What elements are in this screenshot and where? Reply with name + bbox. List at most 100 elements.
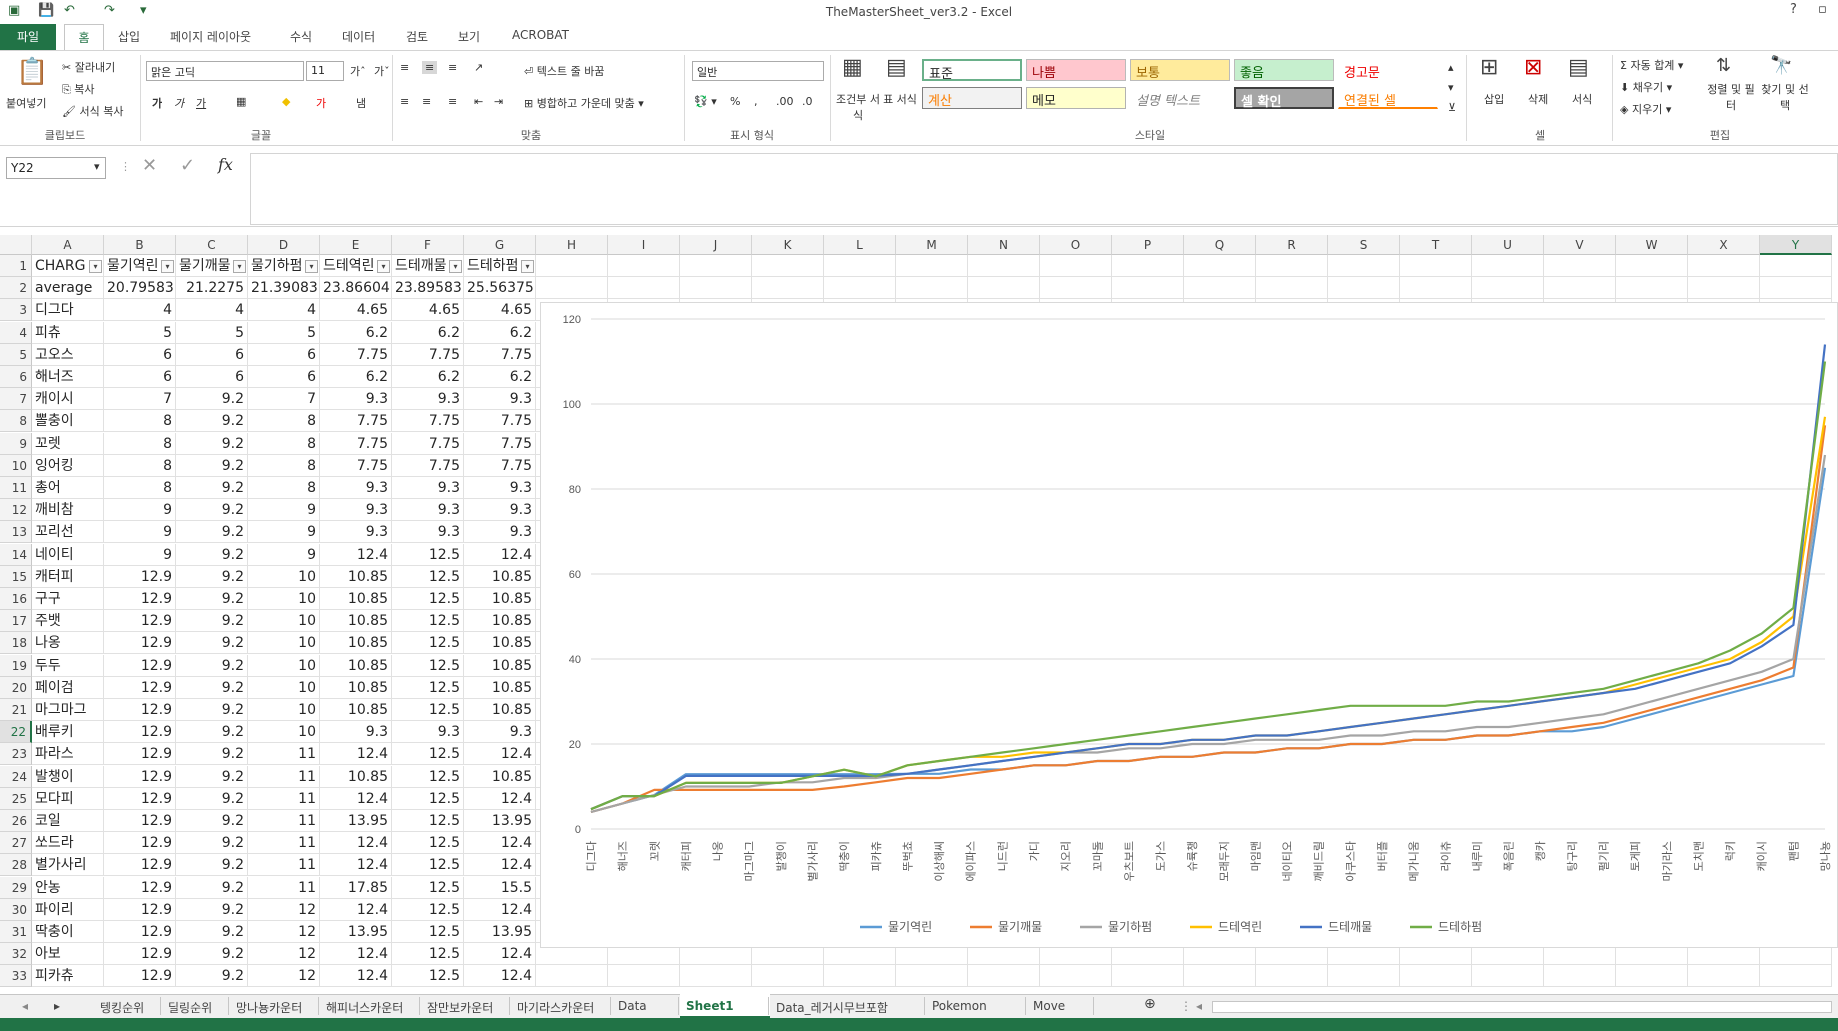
value-cell[interactable]: 10	[248, 588, 320, 610]
value-cell[interactable]: 10	[248, 654, 320, 677]
empty-cell[interactable]	[1256, 277, 1328, 300]
table-format-icon[interactable]: ▤	[886, 55, 907, 80]
value-cell[interactable]: 9.2	[176, 965, 248, 988]
empty-cell[interactable]	[1184, 965, 1256, 988]
value-cell[interactable]: 7.75	[464, 410, 536, 433]
name-cell[interactable]: 뽈충이	[32, 410, 104, 433]
value-cell[interactable]: 12.5	[392, 743, 464, 766]
value-cell[interactable]: 6	[176, 343, 248, 366]
value-cell[interactable]: 10.85	[320, 588, 392, 610]
value-cell[interactable]: 12.4	[320, 943, 392, 966]
empty-cell[interactable]	[1472, 255, 1544, 277]
value-cell[interactable]: 25.56375	[464, 277, 536, 300]
value-cell[interactable]: 12.4	[320, 743, 392, 766]
row-header[interactable]: 20	[0, 676, 32, 699]
value-cell[interactable]: 12.4	[464, 787, 536, 810]
name-box-dropdown-icon[interactable]: ▾	[94, 160, 100, 173]
value-cell[interactable]: 4	[104, 299, 176, 322]
style-explanatory[interactable]: 설명 텍스트	[1130, 87, 1230, 109]
value-cell[interactable]: 12.4	[464, 854, 536, 877]
value-cell[interactable]: 12.9	[104, 610, 176, 633]
empty-cell[interactable]	[608, 277, 680, 300]
value-cell[interactable]: 9.2	[176, 521, 248, 544]
row-header[interactable]: 5	[0, 343, 32, 366]
value-cell[interactable]: 8	[104, 454, 176, 477]
name-cell[interactable]: 캐터피	[32, 565, 104, 588]
name-cell[interactable]: 피카츄	[32, 965, 104, 988]
value-cell[interactable]: 21.2275	[176, 277, 248, 300]
name-cell[interactable]: 잉어킹	[32, 454, 104, 477]
value-cell[interactable]: 9.3	[392, 521, 464, 544]
worksheet-grid[interactable]: ABCDEFGHIJKLMNOPQRSTUVWXY 1 CHARG ▾ 물기역린 ▾ 물기…	[0, 235, 1838, 992]
border-icon[interactable]: ▦	[236, 95, 246, 108]
value-cell[interactable]: 9.3	[464, 721, 536, 744]
value-cell[interactable]: 12	[248, 921, 320, 943]
empty-cell[interactable]	[680, 277, 752, 300]
sheet-tab[interactable]: 딜링순위	[168, 999, 212, 1016]
value-cell[interactable]: 5	[176, 321, 248, 344]
name-cell[interactable]: 쏘드라	[32, 832, 104, 855]
name-cell[interactable]: 딱충이	[32, 921, 104, 943]
row-header[interactable]: 6	[0, 366, 32, 388]
formula-input[interactable]	[250, 153, 1838, 225]
clear-button[interactable]: ◈ 지우기 ▾	[1620, 101, 1671, 117]
value-cell[interactable]: 12.4	[464, 898, 536, 921]
name-cell[interactable]: 해너즈	[32, 366, 104, 388]
filter-dropdown-icon[interactable]: ▾	[161, 260, 174, 273]
empty-cell[interactable]	[896, 277, 968, 300]
value-cell[interactable]: 9.2	[176, 699, 248, 721]
format-painter-button[interactable]: 🖌 서식 복사	[62, 103, 123, 119]
help-button[interactable]: ?	[1790, 2, 1797, 17]
value-cell[interactable]: 9.2	[176, 410, 248, 433]
value-cell[interactable]: 9.2	[176, 810, 248, 832]
row-header[interactable]: 4	[0, 321, 32, 344]
column-header-A[interactable]: A	[32, 235, 104, 255]
indent-decrease-icon[interactable]: ⇤	[474, 95, 483, 108]
style-note[interactable]: 메모	[1026, 87, 1126, 109]
value-cell[interactable]: 12.9	[104, 965, 176, 988]
header-cell[interactable]: 물기깨물 ▾	[176, 255, 248, 277]
empty-cell[interactable]	[680, 255, 752, 277]
column-header-C[interactable]: C	[176, 235, 248, 255]
name-cell[interactable]: 주뱃	[32, 610, 104, 633]
value-cell[interactable]: 6	[176, 366, 248, 388]
row-header[interactable]: 26	[0, 810, 32, 832]
empty-cell[interactable]	[1256, 965, 1328, 988]
value-cell[interactable]: 12.9	[104, 632, 176, 655]
row-header[interactable]: 29	[0, 876, 32, 899]
value-cell[interactable]: 6.2	[320, 366, 392, 388]
value-cell[interactable]: 9.2	[176, 876, 248, 899]
row-header[interactable]: 32	[0, 943, 32, 966]
value-cell[interactable]: 11	[248, 832, 320, 855]
wrap-text-button[interactable]: ⏎ 텍스트 줄 바꿈	[524, 63, 604, 79]
phonetic-icon[interactable]: 냄	[356, 95, 366, 111]
row-header[interactable]: 14	[0, 543, 32, 566]
indent-increase-icon[interactable]: ⇥	[494, 95, 503, 108]
value-cell[interactable]: 12.4	[464, 543, 536, 566]
column-header-F[interactable]: F	[392, 235, 464, 255]
empty-cell[interactable]	[1112, 965, 1184, 988]
empty-cell[interactable]	[1544, 255, 1616, 277]
styles-more-icon[interactable]: ⊻	[1448, 101, 1456, 114]
bold-button[interactable]: 가	[152, 95, 162, 111]
value-cell[interactable]: 7.75	[464, 343, 536, 366]
row-header[interactable]: 30	[0, 898, 32, 921]
value-cell[interactable]: 10.85	[320, 699, 392, 721]
increase-decimal-icon[interactable]: .00	[776, 95, 794, 108]
value-cell[interactable]: 6.2	[464, 366, 536, 388]
value-cell[interactable]: 12.5	[392, 765, 464, 788]
value-cell[interactable]: 9.2	[176, 943, 248, 966]
column-header-S[interactable]: S	[1328, 235, 1400, 255]
empty-cell[interactable]	[896, 255, 968, 277]
shrink-font-icon[interactable]: 가ˇ	[374, 63, 390, 79]
empty-cell[interactable]	[824, 277, 896, 300]
value-cell[interactable]: 12.5	[392, 810, 464, 832]
name-cell[interactable]: 코일	[32, 810, 104, 832]
empty-cell[interactable]	[1760, 255, 1832, 277]
name-cell[interactable]: 발챙이	[32, 765, 104, 788]
value-cell[interactable]: 12	[248, 943, 320, 966]
value-cell[interactable]: 12.5	[392, 654, 464, 677]
empty-cell[interactable]	[1616, 965, 1688, 988]
empty-cell[interactable]	[968, 965, 1040, 988]
name-cell[interactable]: 총어	[32, 477, 104, 499]
